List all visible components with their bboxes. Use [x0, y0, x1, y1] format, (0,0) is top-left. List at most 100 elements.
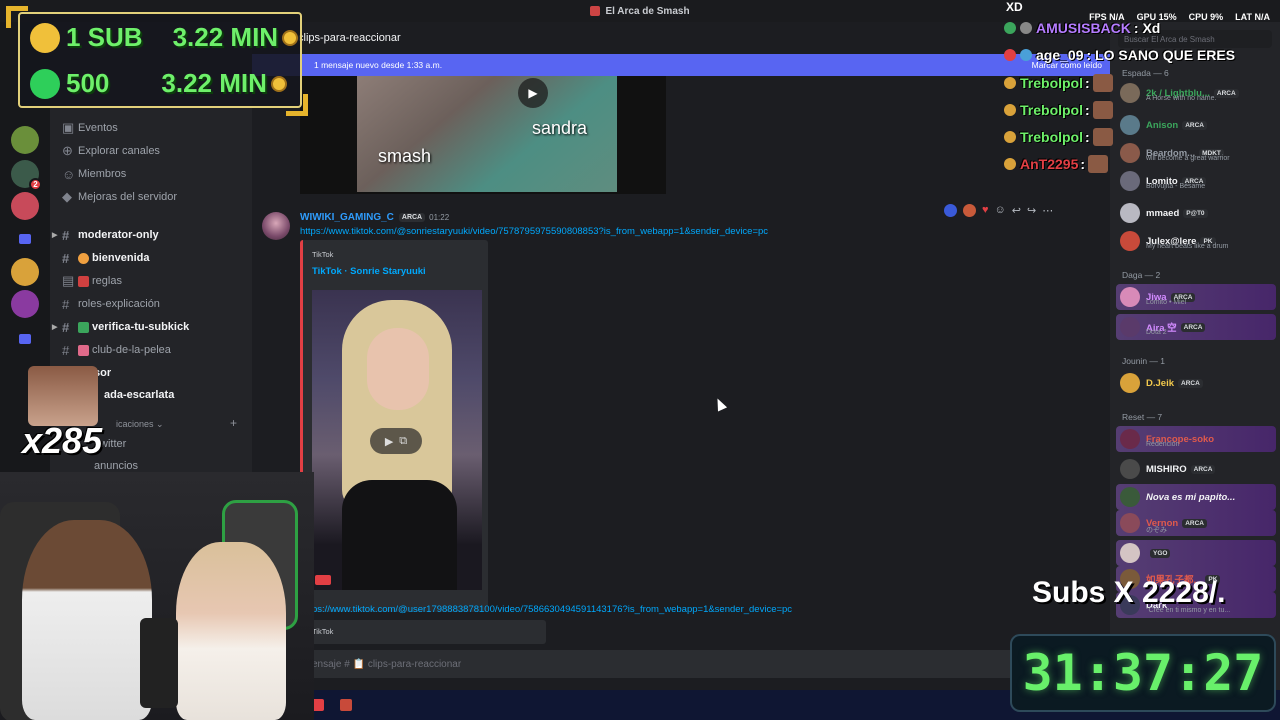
- member-item[interactable]: mmaed P@T0: [1116, 200, 1276, 226]
- badge-icon: [1004, 158, 1016, 170]
- sidebar-item-eventos[interactable]: ▣ Eventos: [56, 118, 246, 138]
- member-item[interactable]: Lomito ARCA Borvujita - Bésame: [1116, 168, 1276, 194]
- hash-icon: #: [62, 227, 70, 243]
- emote-image: [1092, 128, 1113, 146]
- tiktok-embed: TikTok TikTok · Sonrie Staryuuki ▶ ⧉: [300, 240, 488, 612]
- channel-name: clips-para-reaccionar: [298, 32, 401, 44]
- message-link[interactable]: https://www.tiktok.com/@sonriestaryuuki/…: [300, 226, 768, 237]
- frame-corner: [6, 6, 28, 28]
- member-item[interactable]: Vernon ARCA のぞみ: [1116, 510, 1276, 536]
- sidebar-item-miembros[interactable]: ☺ Miembros: [56, 164, 246, 184]
- member-item[interactable]: Aira 空 ARCA Dota 2: [1116, 314, 1276, 340]
- chat-line: AMUSISBACK: Xd: [1004, 20, 1160, 36]
- add-reaction-icon[interactable]: ☺: [995, 204, 1006, 216]
- sidebar-item-mejoras[interactable]: ◆ Mejoras del servidor: [56, 187, 246, 207]
- avatar[interactable]: [262, 212, 290, 240]
- member-item[interactable]: 2k / Lightblu... ARCA A Horse with no name…: [1116, 80, 1276, 106]
- sidebar-item-explorar[interactable]: ⊕ Explorar canales: [56, 141, 246, 161]
- server-icon-2[interactable]: 2: [11, 160, 42, 191]
- subathon-timer: 31:37:27: [1010, 634, 1276, 712]
- role-tag: ARCA: [1180, 322, 1206, 332]
- boost-icon: ◆: [62, 189, 72, 204]
- play-icon[interactable]: ▶ ⧉: [370, 428, 422, 454]
- embed-provider: TikTok: [312, 627, 334, 636]
- tiktok-embed: TikTok: [300, 620, 546, 644]
- member-item[interactable]: Francope-soko Redención: [1116, 426, 1276, 452]
- reply-icon[interactable]: ↩: [1012, 204, 1021, 217]
- app-icon[interactable]: [340, 699, 352, 711]
- multiplier-text: x285: [22, 420, 103, 461]
- clock-icon: [282, 29, 299, 46]
- new-messages-bar[interactable]: 1 mensaje nuevo desde 1:33 a.m. Marcar c…: [252, 54, 1110, 76]
- embed-title[interactable]: TikTok · Sonrie Staryuuki: [312, 266, 426, 277]
- chat-text: :: [1080, 156, 1086, 172]
- folder-icon[interactable]: [19, 334, 31, 344]
- forward-icon[interactable]: ↪: [1027, 204, 1036, 217]
- video-embed[interactable]: ▶ smash sandra: [300, 76, 666, 194]
- reaction-icon[interactable]: [944, 203, 957, 217]
- member-name: Nova es mi papito...: [1146, 491, 1236, 503]
- badge-icon: [1020, 49, 1032, 61]
- clock-icon: [270, 75, 287, 92]
- cpu-stat: CPU 9%: [1188, 12, 1224, 22]
- more-icon[interactable]: ⋯: [1042, 204, 1053, 217]
- compass-icon: ⊕: [62, 143, 73, 158]
- heart-icon[interactable]: ♥: [982, 204, 989, 216]
- rules-icon: ▤: [62, 273, 75, 288]
- message-link[interactable]: ps://www.tiktok.com/@user1798883878100/v…: [312, 604, 792, 615]
- member-item[interactable]: D.Jeik ARCA: [1116, 370, 1276, 396]
- role-header: Espada — 6: [1122, 68, 1169, 78]
- hash-icon: #: [62, 342, 70, 358]
- channel-reglas[interactable]: ▤ reglas: [56, 271, 246, 291]
- server-icon-3[interactable]: [11, 192, 39, 220]
- play-icon[interactable]: ▶: [518, 78, 548, 108]
- member-status: A Horse with no name.: [1146, 95, 1217, 102]
- channel-roles[interactable]: # roles-explicación: [56, 294, 246, 314]
- chat-line: age_09: LO SANO QUE ERES: [1004, 47, 1235, 63]
- chat-overlay-header: XD: [1006, 0, 1023, 14]
- member-item[interactable]: Nova es mi papito...: [1116, 484, 1276, 510]
- server-icon-1[interactable]: [11, 126, 39, 154]
- reaction-icon[interactable]: [963, 203, 976, 217]
- member-item[interactable]: Anison ARCA: [1116, 112, 1276, 138]
- video-frame-shirt: [342, 480, 457, 590]
- members-icon: ☺: [62, 166, 76, 182]
- sub-row: 500 3.22 MIN: [30, 68, 287, 99]
- member-item[interactable]: YGO: [1116, 540, 1276, 566]
- microphone: [140, 618, 178, 708]
- message-input[interactable]: ensaje # 📋 clips-para-reaccionar ▦ ▤: [300, 650, 1100, 678]
- badge-icon: [1004, 77, 1016, 89]
- channel-moderator-only[interactable]: ▶ # moderator-only: [52, 225, 246, 245]
- embed-video[interactable]: ▶ ⧉: [312, 290, 482, 590]
- notification-badge: 2: [29, 178, 42, 191]
- webcam-overlay: [0, 472, 314, 720]
- emoji-icon: [78, 344, 89, 356]
- chevron-right-icon: ▶: [52, 324, 58, 331]
- badge-icon: [1004, 131, 1016, 143]
- avatar: [1120, 83, 1140, 103]
- subs-counter: Subs X 2228/.: [1032, 576, 1225, 610]
- message-author[interactable]: WIWIKI_GAMING_C: [300, 212, 394, 223]
- chat-text: :: [1085, 102, 1090, 118]
- server-icon-4[interactable]: [11, 258, 39, 286]
- member-item[interactable]: MISHIRO ARCA: [1116, 456, 1276, 482]
- role-tag: ARCA: [1190, 464, 1216, 474]
- avatar: [1120, 513, 1140, 533]
- message-header: WIWIKI_GAMING_C ARCA 01:22: [300, 212, 449, 223]
- streamer: [22, 520, 152, 720]
- member-item[interactable]: Julex@lere PK My heart beats like a drum: [1116, 228, 1276, 254]
- server-icon-5[interactable]: [11, 290, 39, 318]
- role-header: Reset — 7: [1122, 412, 1163, 422]
- folder-icon[interactable]: [19, 234, 31, 244]
- channel-verifica[interactable]: ▶ # verifica-tu-subkick: [52, 317, 246, 337]
- channel-header: clips-para-reaccionar: [252, 22, 1110, 54]
- channel-club[interactable]: # club-de-la-pelea: [56, 340, 246, 360]
- member-item[interactable]: Jiwa ARCA Lomito • Miel: [1116, 284, 1276, 310]
- member-item[interactable]: Beardom... MDKT will become a great warrio…: [1116, 140, 1276, 166]
- member-status: Lomito • Miel: [1146, 299, 1187, 306]
- role-tag: P@T0: [1183, 208, 1208, 218]
- channel-bienvenida[interactable]: # bienvenida: [56, 248, 246, 268]
- add-channel-icon[interactable]: +: [230, 416, 237, 430]
- avatar: [1120, 543, 1140, 563]
- video-caption: sandra: [532, 118, 588, 138]
